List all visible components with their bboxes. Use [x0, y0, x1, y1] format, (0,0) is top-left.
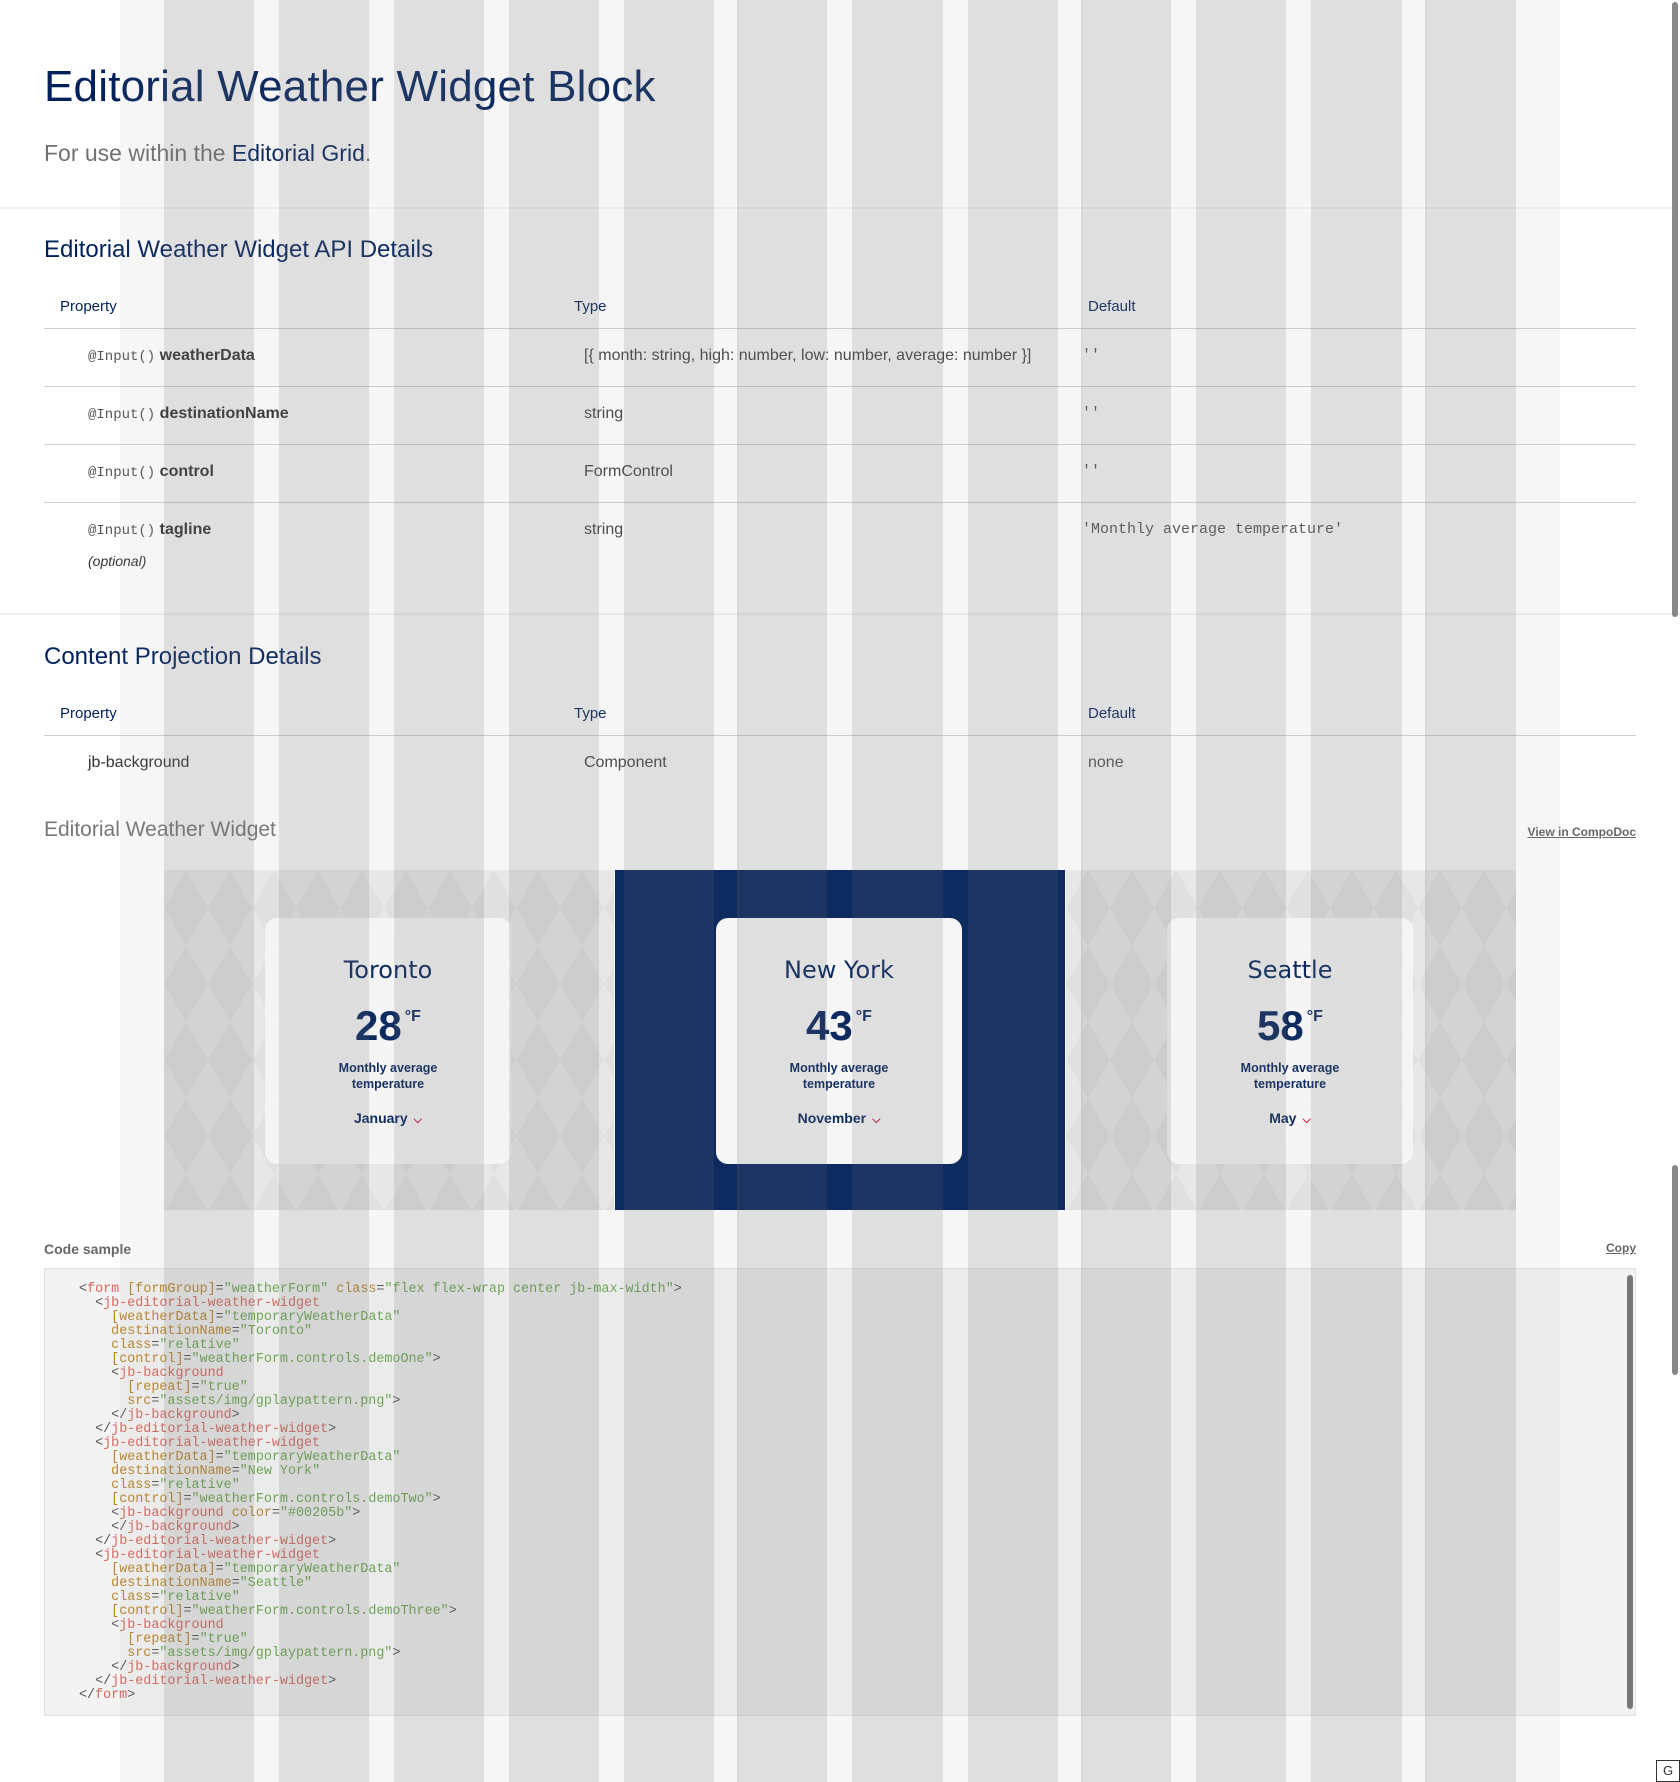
- weather-widget-row: Toronto 28 °F Monthly average temperature…: [164, 870, 1516, 1210]
- code-sample-text: <form [formGroup]="weatherForm" class="f…: [79, 1282, 682, 1703]
- example-title: Editorial Weather Widget: [44, 818, 276, 841]
- corner-button[interactable]: G: [1656, 1760, 1680, 1782]
- optional-label: (optional): [88, 553, 147, 569]
- property-cell: @Input() weatherData: [88, 347, 255, 365]
- code-sample-block[interactable]: <form [formGroup]="weatherForm" class="f…: [44, 1268, 1636, 1716]
- temperature-value: 43: [806, 1002, 853, 1049]
- property-cell: @Input() destinationName: [88, 405, 289, 423]
- table-row: @Input() tagline (optional) string 'Mont…: [44, 503, 1636, 579]
- section-divider: [0, 207, 1680, 209]
- property-cell: @Input() tagline: [88, 521, 212, 539]
- weather-card: New York 43 °F Monthly average temperatur…: [716, 918, 962, 1164]
- type-cell: string: [584, 405, 624, 422]
- destination-name: New York: [784, 956, 894, 984]
- col-default: Default: [1088, 705, 1136, 722]
- weather-widget-seattle: Seattle 58 °F Monthly average temperature…: [1066, 870, 1516, 1210]
- type-cell: FormControl: [584, 463, 673, 480]
- tagline: Monthly average temperature: [789, 1061, 889, 1091]
- weather-card: Seattle 58 °F Monthly average temperature…: [1167, 918, 1413, 1164]
- weather-widget-toronto: Toronto 28 °F Monthly average temperature…: [164, 870, 614, 1210]
- col-default: Default: [1088, 298, 1136, 315]
- section-divider: [0, 613, 1680, 615]
- tagline: Monthly average temperature: [338, 1061, 438, 1091]
- col-type: Type: [574, 705, 607, 722]
- property-cell: jb-background: [88, 754, 190, 771]
- chevron-down-icon: ⌵: [413, 1114, 423, 1126]
- weather-card: Toronto 28 °F Monthly average temperature…: [265, 918, 511, 1164]
- month-select[interactable]: November ⌵: [716, 1110, 962, 1127]
- page-scrollbar-secondary[interactable]: [1672, 1165, 1678, 1375]
- subtitle-suffix: .: [364, 140, 372, 166]
- col-property: Property: [60, 705, 117, 722]
- temperature-unit: °F: [855, 1008, 872, 1025]
- temperature-value: 58: [1257, 1002, 1304, 1049]
- col-property: Property: [60, 298, 117, 315]
- table-row: @Input() control FormControl '': [44, 445, 1636, 503]
- default-cell: 'Monthly average temperature': [1082, 521, 1344, 538]
- default-cell: '': [1082, 405, 1101, 422]
- table-row: jb-background Component none: [44, 736, 1636, 792]
- month-select[interactable]: May ⌵: [1167, 1110, 1413, 1127]
- weather-widget-new-york: New York 43 °F Monthly average temperatur…: [615, 870, 1065, 1210]
- col-type: Type: [574, 298, 607, 315]
- temperature-unit: °F: [404, 1008, 421, 1025]
- type-cell: Component: [584, 754, 667, 771]
- temperature-row: 58 °F: [1167, 1002, 1413, 1052]
- chevron-down-icon: ⌵: [1302, 1114, 1311, 1126]
- page-scrollbar[interactable]: [1672, 2, 1678, 617]
- default-cell: '': [1082, 463, 1101, 480]
- destination-name: Toronto: [343, 956, 433, 984]
- type-cell: [{ month: string, high: number, low: num…: [584, 347, 1032, 364]
- month-select-value: January: [353, 1110, 408, 1126]
- copy-code-button[interactable]: Copy: [1606, 1241, 1636, 1255]
- temperature-value: 28: [355, 1002, 402, 1049]
- table-row: @Input() destinationName string '': [44, 387, 1636, 445]
- subtitle-prefix: For use within the: [44, 140, 232, 166]
- month-select-value: May: [1269, 1110, 1297, 1126]
- temperature-row: 28 °F: [265, 1002, 511, 1052]
- projection-table-header: Property Type Default: [44, 695, 1636, 736]
- code-scrollbar[interactable]: [1627, 1275, 1633, 1709]
- projection-section-title: Content Projection Details: [44, 643, 322, 670]
- month-select[interactable]: January ⌵: [265, 1110, 511, 1127]
- destination-name: Seattle: [1247, 956, 1333, 984]
- view-in-compodoc-link[interactable]: View in CompoDoc: [1528, 825, 1636, 839]
- code-sample-label: Code sample: [44, 1241, 132, 1257]
- month-select-value: November: [797, 1110, 867, 1126]
- api-table-header: Property Type Default: [44, 288, 1636, 329]
- chevron-down-icon: ⌵: [872, 1114, 881, 1126]
- temperature-unit: °F: [1306, 1008, 1323, 1025]
- editorial-grid-link[interactable]: Editorial Grid: [232, 140, 365, 166]
- api-section-title: Editorial Weather Widget API Details: [44, 236, 434, 263]
- tagline: Monthly average temperature: [1240, 1061, 1340, 1091]
- page-subtitle: For use within the Editorial Grid.: [44, 140, 371, 167]
- type-cell: string: [584, 521, 624, 538]
- temperature-row: 43 °F: [716, 1002, 962, 1052]
- property-cell: @Input() control: [88, 463, 214, 481]
- default-cell: none: [1088, 754, 1124, 771]
- page-title: Editorial Weather Widget Block: [44, 62, 656, 111]
- default-cell: '': [1082, 347, 1101, 364]
- table-row: @Input() weatherData [{ month: string, h…: [44, 329, 1636, 387]
